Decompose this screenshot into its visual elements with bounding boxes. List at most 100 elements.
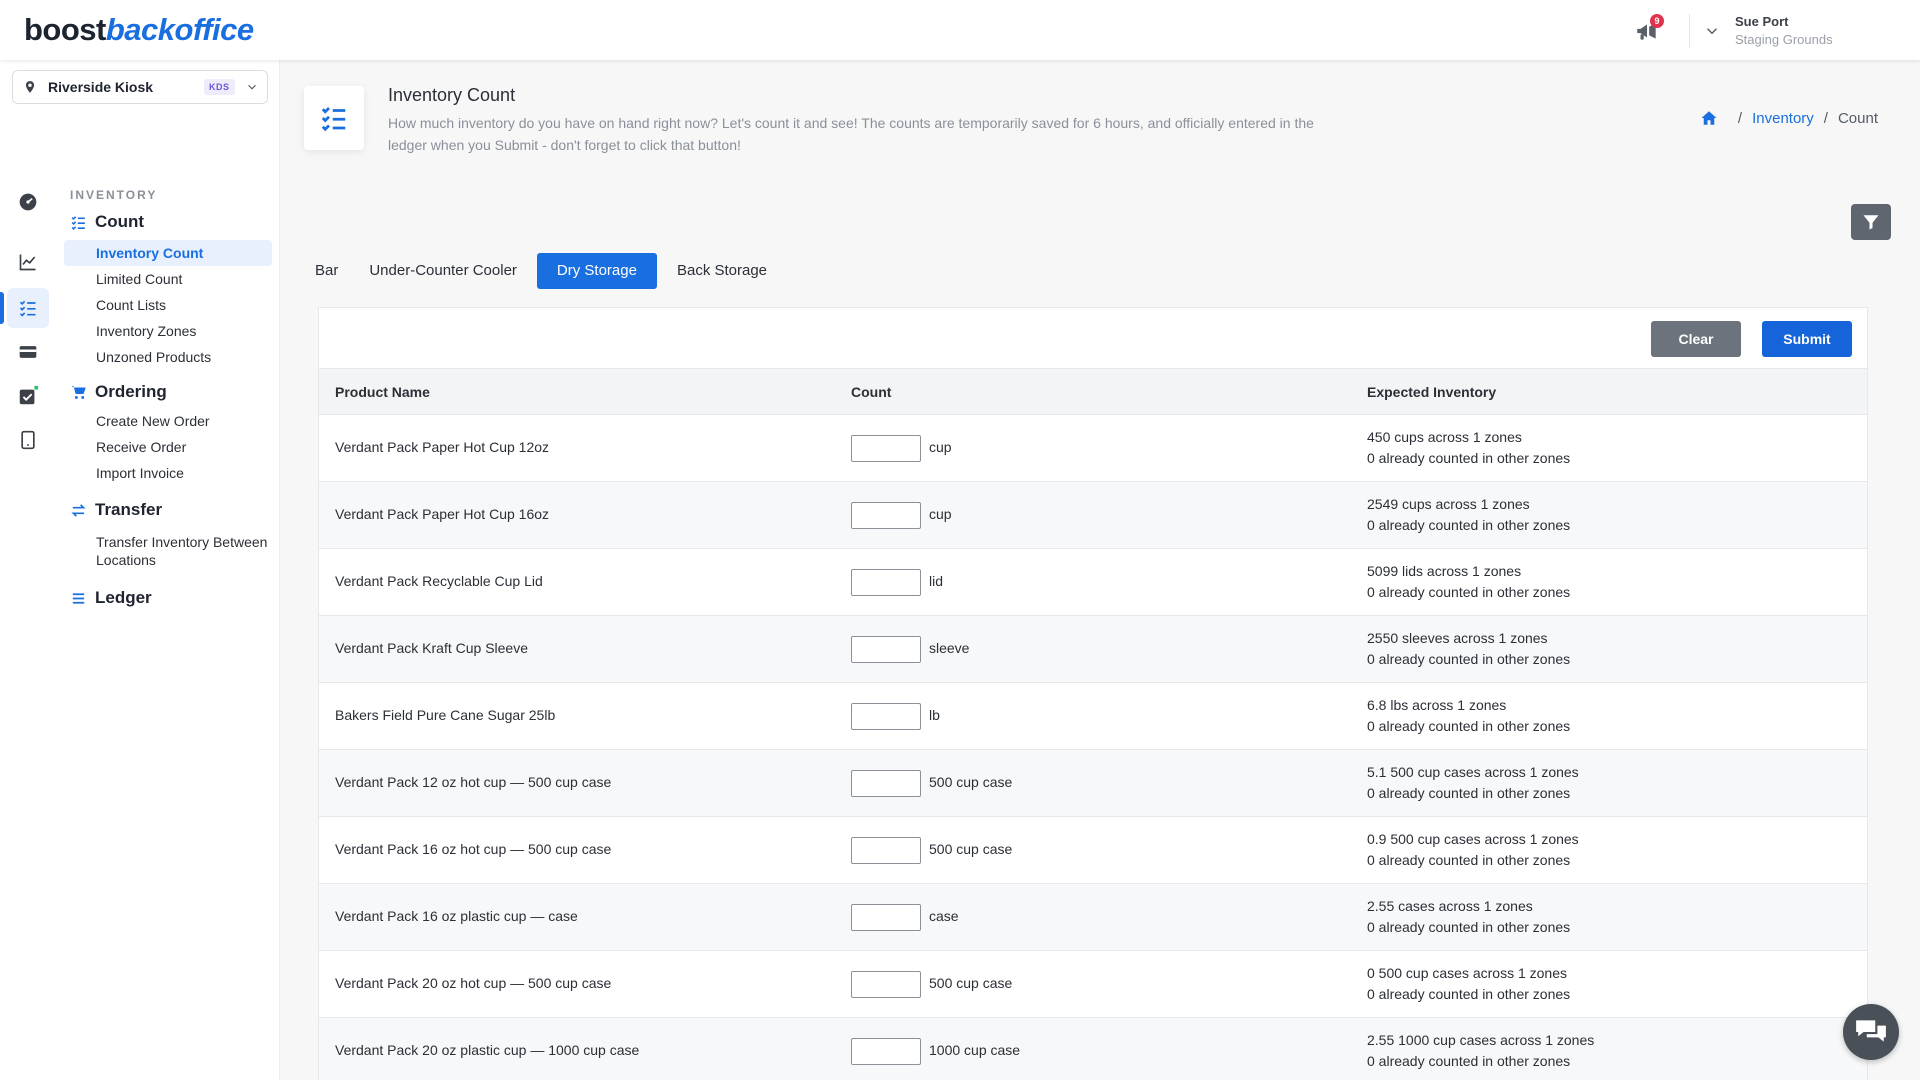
expected-inventory: 2550 sleeves across 1 zones — [1367, 630, 1548, 646]
user-organization: Staging Grounds — [1735, 32, 1833, 47]
counted-other-zones: 0 already counted in other zones — [1367, 785, 1571, 801]
menu-item-receive-order[interactable]: Receive Order — [64, 434, 272, 460]
count-unit: sleeve — [929, 640, 970, 656]
page-description: How much inventory do you have on hand r… — [388, 115, 1314, 153]
home-icon[interactable] — [1700, 109, 1718, 127]
counted-other-zones: 0 already counted in other zones — [1367, 651, 1571, 667]
dashboard-icon — [19, 193, 37, 211]
breadcrumb-separator: / — [1737, 109, 1743, 127]
count-unit: 500 cup case — [929, 841, 1013, 857]
expected-inventory: 5.1 500 cup cases across 1 zones — [1367, 764, 1579, 780]
counted-other-zones: 0 already counted in other zones — [1367, 584, 1571, 600]
zone-tabs: Bar Under-Counter Cooler Dry Storage Bac… — [304, 253, 787, 289]
menu-item-import-invoice[interactable]: Import Invoice — [64, 460, 272, 486]
chat-button[interactable] — [1843, 1004, 1899, 1060]
table-row: Verdant Pack Paper Hot Cup 12oz cup 450 … — [319, 415, 1867, 482]
rail-active-indicator — [0, 292, 4, 324]
map-pin-icon — [25, 81, 35, 93]
count-input[interactable] — [851, 502, 921, 529]
chart-icon — [19, 254, 36, 271]
count-input[interactable] — [851, 1038, 921, 1065]
expected-inventory: 5099 lids across 1 zones — [1367, 563, 1522, 579]
icon-rail — [0, 118, 56, 1080]
product-name: Verdant Pack Paper Hot Cup 16oz — [335, 506, 550, 522]
count-input[interactable] — [851, 636, 921, 663]
expected-inventory: 6.8 lbs across 1 zones — [1367, 697, 1507, 713]
rail-tasks[interactable] — [7, 376, 49, 416]
menu-item-limited-count[interactable]: Limited Count — [64, 266, 272, 292]
table-row: Verdant Pack 16 oz hot cup — 500 cup cas… — [319, 817, 1867, 884]
expected-inventory: 450 cups across 1 zones — [1367, 429, 1522, 445]
page-title: Inventory Count — [388, 85, 516, 105]
count-input[interactable] — [851, 569, 921, 596]
filter-icon — [1863, 215, 1879, 230]
menu-group-title: Count — [95, 212, 145, 231]
column-header-expected-inventory[interactable]: Expected Inventory — [1367, 384, 1496, 400]
menu-section-heading: INVENTORY — [70, 188, 158, 202]
breadcrumb-inventory[interactable]: Inventory — [1752, 110, 1814, 127]
count-unit: cup — [929, 439, 952, 455]
menu-item-transfer-inventory[interactable]: Transfer Inventory Between Locations — [64, 532, 272, 572]
location-name: Riverside Kiosk — [48, 79, 154, 95]
product-name: Verdant Pack 12 oz hot cup — 500 cup cas… — [335, 774, 612, 790]
logo-part-boost: boost — [24, 12, 106, 47]
column-header-count[interactable]: Count — [851, 384, 891, 400]
tab-dry-storage[interactable]: Dry Storage — [536, 253, 657, 289]
expected-inventory: 2.55 cases across 1 zones — [1367, 898, 1533, 914]
chevron-down-icon — [248, 84, 256, 90]
tab-back-storage[interactable]: Back Storage — [666, 253, 778, 289]
chevron-down-icon[interactable] — [1703, 22, 1721, 40]
notification-count-badge: 9 — [1650, 14, 1664, 28]
rail-inventory[interactable] — [7, 288, 49, 328]
count-input[interactable] — [851, 703, 921, 730]
counted-other-zones: 0 already counted in other zones — [1367, 852, 1571, 868]
count-input[interactable] — [851, 971, 921, 998]
table-row: Bakers Field Pure Cane Sugar 25lb lb 6.8… — [319, 683, 1867, 750]
counted-other-zones: 0 already counted in other zones — [1367, 1053, 1571, 1069]
column-header-product-name[interactable]: Product Name — [335, 384, 430, 400]
expected-inventory: 2549 cups across 1 zones — [1367, 496, 1530, 512]
menu-group-title: Ordering — [95, 382, 167, 401]
count-input[interactable] — [851, 837, 921, 864]
product-name: Verdant Pack 20 oz plastic cup — 1000 cu… — [335, 1042, 640, 1058]
count-unit: lid — [929, 573, 944, 589]
counted-other-zones: 0 already counted in other zones — [1367, 919, 1571, 935]
table-row: Verdant Pack 20 oz plastic cup — 1000 cu… — [319, 1018, 1867, 1080]
table-row: Verdant Pack Paper Hot Cup 16oz cup 2549… — [319, 482, 1867, 549]
checkbox-icon — [19, 385, 39, 405]
table-row: Verdant Pack Recyclable Cup Lid lid 5099… — [319, 549, 1867, 616]
count-unit: cup — [929, 506, 952, 522]
menu-item-count-lists[interactable]: Count Lists — [64, 292, 272, 318]
table-row: Verdant Pack 12 oz hot cup — 500 cup cas… — [319, 750, 1867, 817]
rail-payments[interactable] — [7, 332, 49, 372]
count-input[interactable] — [851, 770, 921, 797]
tab-bar[interactable]: Bar — [304, 253, 349, 289]
divider — [1689, 14, 1690, 48]
ledger-icon — [72, 592, 85, 604]
count-input[interactable] — [851, 435, 921, 462]
location-select[interactable]: Riverside Kiosk KDS — [12, 70, 268, 104]
submit-button[interactable]: Submit — [1762, 321, 1852, 357]
menu-item-unzoned-products[interactable]: Unzoned Products — [64, 344, 272, 370]
expected-inventory: 0 500 cup cases across 1 zones — [1367, 965, 1568, 981]
brand-logo[interactable]: boostbackoffice — [24, 12, 254, 48]
product-name: Verdant Pack Paper Hot Cup 12oz — [335, 439, 550, 455]
menu-group-ledger[interactable]: Ledger — [70, 586, 152, 610]
rail-devices[interactable] — [7, 420, 49, 460]
menu-item-inventory-count[interactable]: Inventory Count — [64, 240, 272, 266]
menu-item-create-new-order[interactable]: Create New Order — [64, 408, 272, 434]
breadcrumb-current: Count — [1837, 109, 1878, 127]
rail-reports[interactable] — [7, 242, 49, 282]
menu-item-inventory-zones[interactable]: Inventory Zones — [64, 318, 272, 344]
counted-other-zones: 0 already counted in other zones — [1367, 718, 1571, 734]
clear-button[interactable]: Clear — [1651, 321, 1741, 357]
tab-under-counter-cooler[interactable]: Under-Counter Cooler — [358, 253, 528, 289]
product-name: Verdant Pack 20 oz hot cup — 500 cup cas… — [335, 975, 612, 991]
count-input[interactable] — [851, 904, 921, 931]
menu-group-title: Ledger — [95, 588, 152, 607]
user-name[interactable]: Sue Port — [1735, 14, 1788, 29]
filter-button[interactable] — [1851, 204, 1891, 240]
product-name: Verdant Pack 16 oz plastic cup — case — [335, 908, 578, 924]
card-icon — [19, 346, 37, 358]
rail-dashboard[interactable] — [7, 182, 49, 222]
